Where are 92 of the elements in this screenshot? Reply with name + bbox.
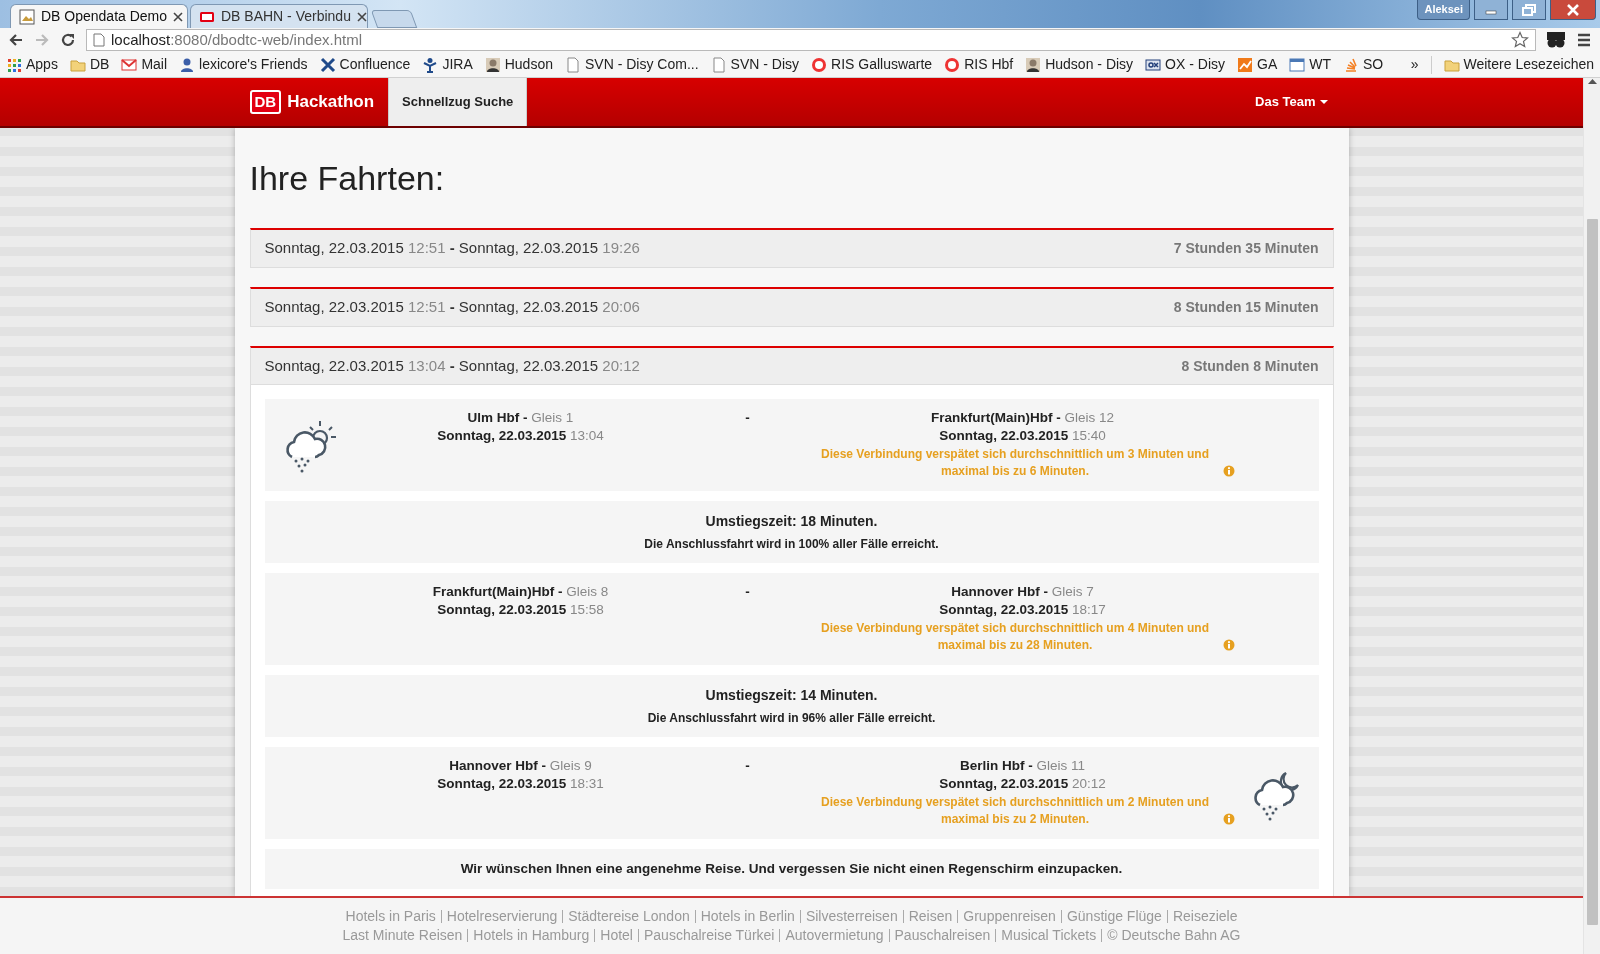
bookmark-link[interactable]: Mail	[121, 54, 168, 75]
nav-tab[interactable]: Schnellzug Suche	[388, 78, 528, 126]
close-icon	[1566, 3, 1580, 16]
bookmark-link[interactable]: DB	[69, 54, 110, 75]
station-label: Hannover Hbf - Gleis 7	[950, 583, 1095, 601]
date-time: Sonntag, 22.03.2015 18:17	[938, 601, 1107, 619]
box-logo-icon	[1145, 56, 1162, 73]
bookmark-link[interactable]: Hudson - Disy	[1025, 54, 1134, 75]
bookmark-link[interactable]: GA	[1237, 54, 1278, 75]
station-label: Frankfurt(Main)Hbf - Gleis 8	[431, 583, 610, 601]
mail-icon	[121, 56, 138, 73]
station-label: Ulm Hbf - Gleis 1	[466, 409, 575, 427]
glasses-icon[interactable]	[1546, 31, 1566, 49]
delay-note: Diese Verbindung verspätet sich durchschnittlich um 2 Minuten und maximal bis zu 2 Minuten.	[819, 794, 1211, 828]
window-icon	[1289, 56, 1306, 73]
address-bar[interactable]: localhost:8080/dbodtc-web/index.html	[86, 29, 1536, 51]
bookmark-link[interactable]: JIRA	[422, 54, 473, 75]
station-label: Hannover Hbf - Gleis 9	[448, 757, 593, 775]
crossed-tools-icon	[319, 56, 336, 73]
bookmark-link[interactable]: Apps	[6, 54, 58, 75]
chart-icon	[1237, 56, 1253, 73]
date-time: Sonntag, 22.03.2015 13:04	[436, 427, 605, 445]
trip-duration: 8 Stunden 8 Minuten	[1181, 356, 1319, 376]
trip-time-range: Sonntag, 22.03.2015 12:51 - Sonntag, 22.03.2015 20:06	[264, 297, 640, 318]
page-icon	[565, 56, 581, 73]
menu-icon[interactable]	[1576, 32, 1592, 48]
browser-tab[interactable]: DB Opendata Demo	[10, 4, 188, 28]
farewell-message: Wir wünschen Ihnen eine angenehme Reise. Und vergessen Sie nicht einen Regenschirm einzupacken.	[264, 849, 1319, 890]
round-logo-icon	[944, 56, 961, 73]
transfer-time: Umstiegszeit: 14 Minuten.	[704, 686, 879, 705]
trip-time-range: Sonntag, 22.03.2015 12:51 - Sonntag, 22.03.2015 19:26	[264, 238, 640, 259]
date-time: Sonntag, 22.03.2015 15:40	[938, 427, 1107, 445]
trip-header[interactable]: Sonntag, 22.03.2015 13:04 - Sonntag, 22.03.2015 20:12 8 Stunden 8 Minuten	[250, 348, 1333, 385]
separator-dash: -	[745, 410, 750, 425]
date-time: Sonntag, 22.03.2015 18:31	[436, 775, 605, 793]
trip-time-range: Sonntag, 22.03.2015 13:04 - Sonntag, 22.03.2015 20:12	[264, 355, 640, 376]
trip-duration: 7 Stunden 35 Minuten	[1173, 239, 1319, 258]
trip-header[interactable]: Sonntag, 22.03.2015 12:51 - Sonntag, 22.03.2015 19:26 7 Stunden 35 Minuten	[250, 230, 1333, 267]
image-icon	[19, 8, 35, 25]
bookmark-link[interactable]: RIS Hbf	[944, 54, 1014, 75]
caret-icon	[1319, 100, 1328, 104]
stack-icon	[1343, 56, 1359, 73]
brand-name[interactable]: Hackathon	[287, 89, 375, 115]
close-button[interactable]	[1550, 0, 1596, 20]
bookmark-link[interactable]: SVN - Disy	[710, 54, 799, 75]
bookmark-link[interactable]: Hudson	[484, 54, 553, 75]
bookmark-link[interactable]: SO	[1343, 54, 1384, 75]
star-icon[interactable]	[1511, 31, 1529, 49]
copyright-text: © Deutsche Bahn AG	[1101, 929, 1246, 942]
connection-probability: Die Anschlussfahrt wird in 100% aller Fälle erreicht.	[643, 536, 940, 553]
restore-icon	[1522, 3, 1536, 16]
minimize-button[interactable]	[1474, 0, 1508, 20]
delay-note: Diese Verbindung verspätet sich durchschnittlich um 4 Minuten und maximal bis zu 28 Minuten.	[819, 620, 1211, 654]
page-heading: Ihre Fahrten:	[249, 158, 446, 198]
bookmark-link[interactable]: OX - Disy	[1145, 54, 1225, 75]
reload-icon[interactable]	[60, 32, 76, 48]
apps-grid-icon	[6, 56, 22, 73]
more-bookmarks-button[interactable]: »	[1410, 54, 1419, 75]
bookmark-link[interactable]: RIS Galluswarte	[811, 54, 933, 75]
back-arrow-icon[interactable]	[8, 32, 24, 48]
page-icon	[93, 33, 105, 47]
logo: DB	[249, 90, 282, 114]
scrollbar[interactable]	[1583, 78, 1600, 954]
person-avatar-icon	[484, 56, 501, 73]
separator-dash: -	[745, 758, 750, 773]
bookmark-link[interactable]: SVN - Disy Com...	[565, 54, 699, 75]
date-time: Sonntag, 22.03.2015 15:58	[436, 601, 605, 619]
trip-header[interactable]: Sonntag, 22.03.2015 12:51 - Sonntag, 22.03.2015 20:06 8 Stunden 15 Minuten	[250, 289, 1333, 326]
bookmark-link[interactable]: WT	[1289, 54, 1331, 75]
team-dropdown[interactable]: Das Team	[1249, 78, 1334, 126]
browser-tab[interactable]: DB BAHN - Verbindu	[190, 4, 368, 28]
separator-dash: -	[745, 584, 750, 599]
bookmark-link[interactable]: Confluence	[319, 54, 411, 75]
station-label: Frankfurt(Main)Hbf - Gleis 12	[930, 409, 1115, 427]
connection-probability: Die Anschlussfahrt wird in 96% aller Fälle erreicht.	[646, 710, 937, 727]
other-bookmarks-link[interactable]: Weitere Lesezeichen	[1443, 54, 1594, 75]
trip-duration: 8 Stunden 15 Minuten	[1173, 298, 1319, 317]
restore-button[interactable]	[1512, 0, 1546, 20]
transfer-time: Umstiegszeit: 18 Minuten.	[704, 512, 879, 531]
url-text: localhost:8080/dbodtc-web/index.html	[111, 29, 362, 50]
person-icon	[179, 56, 196, 73]
date-time: Sonntag, 22.03.2015 20:12	[938, 775, 1107, 793]
round-logo-icon	[811, 56, 827, 73]
person-avatar-icon	[1025, 56, 1042, 73]
station-label: Berlin Hbf - Gleis 11	[958, 757, 1086, 775]
close-icon[interactable]	[356, 11, 367, 22]
page-icon	[710, 56, 727, 73]
bookmark-link[interactable]: lexicore's Friends	[179, 54, 308, 75]
figure-icon	[422, 56, 439, 73]
delay-note: Diese Verbindung verspätet sich durchschnittlich um 3 Minuten und maximal bis zu 6 Minuten.	[819, 446, 1211, 480]
close-icon[interactable]	[173, 11, 184, 22]
scrollbar-thumb[interactable]	[1586, 219, 1598, 925]
